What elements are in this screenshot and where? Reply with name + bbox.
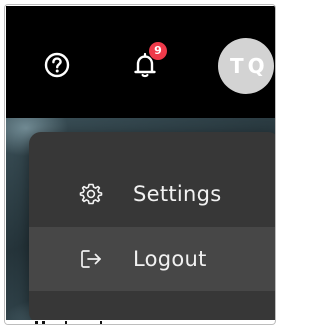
page-text-fragment bbox=[5, 320, 275, 324]
help-button[interactable] bbox=[41, 49, 73, 81]
notification-count-badge: 9 bbox=[149, 42, 167, 60]
user-avatar[interactable]: TQ bbox=[218, 38, 274, 94]
menu-item-label: Logout bbox=[133, 247, 207, 271]
gear-icon bbox=[79, 182, 103, 206]
app-frame: 9 TQ Settings Logout bbox=[4, 4, 276, 325]
menu-item-logout[interactable]: Logout bbox=[29, 227, 275, 291]
menu-item-settings[interactable]: Settings bbox=[29, 162, 275, 226]
logout-icon bbox=[79, 247, 103, 271]
question-circle-icon bbox=[44, 52, 70, 78]
user-dropdown-menu: Settings Logout bbox=[29, 132, 275, 324]
menu-item-label: Settings bbox=[133, 182, 222, 206]
